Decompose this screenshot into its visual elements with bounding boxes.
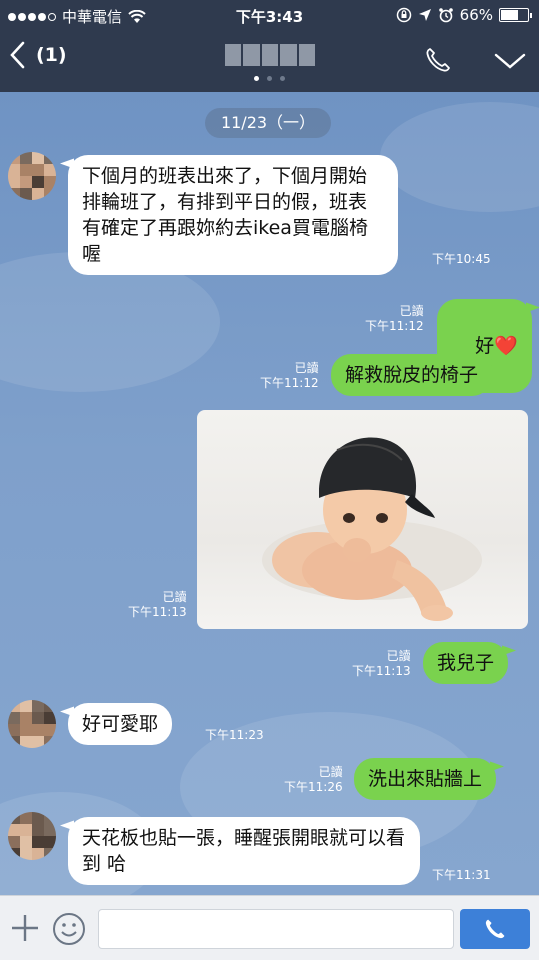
read-receipt: 已讀 — [386, 649, 411, 663]
message-bubble[interactable]: 好可愛耶 — [68, 703, 173, 745]
date-separator: 11/23（一） — [205, 108, 331, 138]
input-bar — [0, 895, 539, 960]
read-receipt: 已讀 — [162, 590, 187, 604]
plus-icon[interactable] — [10, 913, 40, 943]
message-time: 下午11:26 — [284, 780, 343, 794]
page-indicator — [254, 76, 285, 81]
chevron-down-icon[interactable] — [494, 52, 526, 70]
message-bubble[interactable]: 下個月的班表出來了，下個月開始排輪班了，有排到平日的假，班表有確定了再跟妳約去i… — [68, 155, 398, 275]
message-meta: 已讀 下午11:12 — [260, 361, 319, 391]
message-time: 下午10:45 — [432, 252, 491, 266]
chevron-left-icon — [10, 41, 25, 69]
back-button[interactable]: (1) — [8, 40, 67, 70]
message-text: 好 — [475, 335, 495, 357]
message-time: 下午11:13 — [352, 664, 411, 678]
message-meta: 已讀 下午11:12 — [365, 304, 424, 334]
avatar[interactable] — [8, 812, 56, 860]
baby-photo-image — [262, 437, 482, 621]
read-receipt: 已讀 — [399, 304, 424, 318]
message-bubble[interactable]: 我兒子 — [423, 642, 509, 684]
heart-emoji-icon: ❤️ — [494, 335, 518, 357]
location-icon — [418, 9, 431, 21]
read-receipt: 已讀 — [318, 765, 343, 779]
battery-fill — [501, 10, 518, 20]
message-time: 下午11:12 — [260, 376, 319, 390]
call-button[interactable] — [460, 909, 530, 949]
top-bar: 中華電信 下午3:43 66% (1) — [0, 0, 539, 92]
phone-icon[interactable] — [424, 46, 452, 74]
avatar[interactable] — [8, 152, 56, 200]
message-bubble[interactable]: 解救脫皮的椅子 — [331, 354, 493, 396]
smiley-icon[interactable] — [52, 912, 86, 946]
rotation-lock-icon — [396, 7, 411, 23]
message-bubble[interactable]: 洗出來貼牆上 — [354, 758, 497, 800]
message-meta: 已讀 下午11:13 — [352, 649, 411, 679]
unread-count: (1) — [36, 44, 67, 66]
chat-area[interactable]: 11/23（一） 下個月的班表出來了，下個月開始排輪班了，有排到平日的假，班表有… — [0, 92, 539, 895]
message-time: 下午11:31 — [432, 868, 491, 882]
message-time: 下午11:13 — [128, 605, 187, 619]
avatar[interactable] — [8, 700, 56, 748]
battery-percent: 66% — [459, 6, 493, 24]
alarm-icon — [438, 8, 453, 23]
photo-message[interactable] — [197, 410, 528, 629]
status-bar: 中華電信 下午3:43 66% — [0, 0, 539, 30]
battery-icon — [499, 8, 532, 22]
chat-header: (1) — [0, 30, 539, 92]
phone-icon — [485, 919, 505, 939]
message-bubble[interactable]: 天花板也貼一張，睡醒張開眼就可以看到 哈 — [68, 817, 420, 885]
read-receipt: 已讀 — [294, 361, 319, 375]
message-input[interactable] — [98, 909, 454, 949]
message-meta: 已讀 下午11:13 — [128, 590, 187, 620]
chat-title-blurred — [225, 44, 316, 66]
message-time: 下午11:23 — [205, 728, 264, 742]
message-time: 下午11:12 — [365, 319, 424, 333]
message-meta: 已讀 下午11:26 — [284, 765, 343, 795]
